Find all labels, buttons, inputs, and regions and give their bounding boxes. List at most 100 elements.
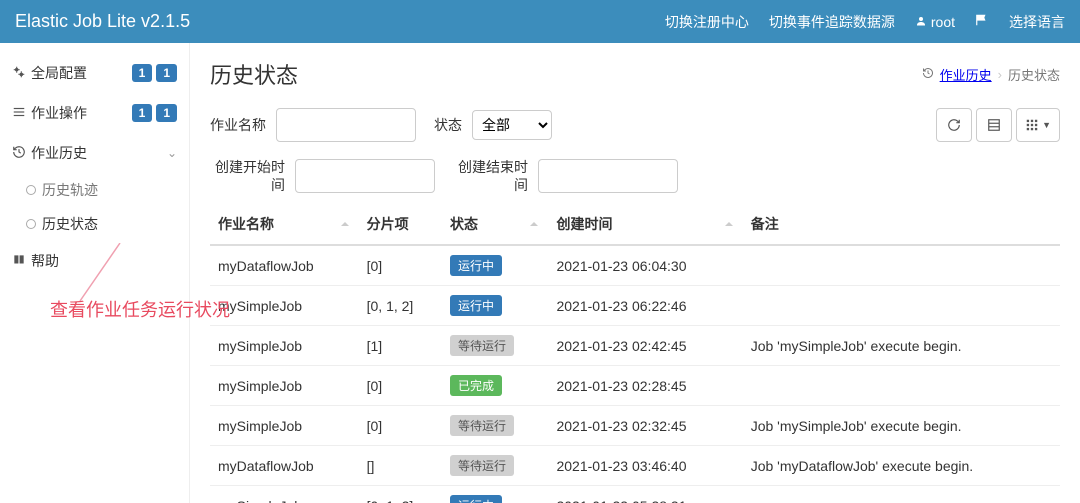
- navbar: Elastic Job Lite v2.1.5 切换注册中心 切换事件追踪数据源…: [0, 0, 1080, 43]
- cell-remark: [743, 486, 1060, 503]
- nav-switch-trace[interactable]: 切换事件追踪数据源: [769, 12, 895, 32]
- sidebar-item-label: 作业历史: [31, 143, 87, 163]
- cell-sharding: [0]: [359, 245, 442, 286]
- status-badge: 等待运行: [450, 335, 514, 356]
- list-view-icon: [987, 118, 1001, 132]
- sidebar-item-label: 历史状态: [42, 214, 98, 234]
- sidebar-item-label: 历史轨迹: [42, 180, 98, 200]
- cell-status: 等待运行: [442, 406, 548, 446]
- chevron-down-icon: ⌄: [167, 146, 177, 160]
- col-createtime[interactable]: 创建时间: [548, 204, 742, 245]
- refresh-icon: [947, 118, 961, 132]
- breadcrumb: 作业历史 › 历史状态: [922, 65, 1060, 84]
- breadcrumb-sep: ›: [998, 67, 1002, 82]
- toggle-view-button[interactable]: [976, 108, 1012, 142]
- cell-createtime: 2021-01-23 02:28:45: [548, 366, 742, 406]
- cell-status: 等待运行: [442, 446, 548, 486]
- nav-language[interactable]: 选择语言: [1009, 12, 1065, 32]
- nav-switch-registry[interactable]: 切换注册中心: [665, 12, 749, 32]
- table-row: myDataflowJob[0] 运行中 2021-01-23 06:04:30: [210, 245, 1060, 286]
- cell-jobname: mySimpleJob: [210, 366, 359, 406]
- nav-user-label: root: [931, 14, 955, 30]
- cell-sharding: [0]: [359, 366, 442, 406]
- caret-down-icon: ▼: [1042, 120, 1051, 130]
- status-badge: 运行中: [450, 255, 502, 276]
- cell-sharding: []: [359, 446, 442, 486]
- status-badge: 等待运行: [450, 455, 514, 476]
- history-status-table: 作业名称 分片项 状态 创建时间 备注 myDataflowJob[0]运行中2…: [210, 204, 1060, 503]
- cell-createtime: 2021-01-23 05:38:31: [548, 486, 742, 503]
- circle-icon: [26, 185, 36, 195]
- cell-remark: Job 'mySimpleJob' execute begin.: [743, 406, 1060, 446]
- cell-createtime: 2021-01-23 02:32:45: [548, 406, 742, 446]
- cell-sharding: [0, 1, 2]: [359, 486, 442, 503]
- table-row: mySimpleJob[0] 等待运行 2021-01-23 02:32:45Job…: [210, 406, 1060, 446]
- sidebar: 全局配置 1 1 作业操作 1 1 作业历史 ⌄: [0, 43, 190, 503]
- cell-sharding: [1]: [359, 326, 442, 366]
- status-select[interactable]: 全部: [472, 110, 552, 140]
- cell-status: 运行中: [442, 245, 548, 286]
- status-badge: 已完成: [450, 375, 502, 396]
- list-icon: [12, 105, 26, 122]
- nav-flag[interactable]: [975, 13, 989, 30]
- col-remark[interactable]: 备注: [743, 204, 1060, 245]
- sidebar-item-label: 全局配置: [31, 63, 87, 83]
- sidebar-item-job-history[interactable]: 作业历史 ⌄: [0, 133, 189, 173]
- breadcrumb-current: 历史状态: [1008, 65, 1060, 84]
- col-status[interactable]: 状态: [442, 204, 548, 245]
- refresh-button[interactable]: [936, 108, 972, 142]
- cell-status: 已完成: [442, 366, 548, 406]
- filter-label-jobname: 作业名称: [210, 115, 266, 135]
- cell-createtime: 2021-01-23 03:46:40: [548, 446, 742, 486]
- badge: 1: [132, 104, 153, 122]
- table-row: mySimpleJob[1] 等待运行 2021-01-23 02:42:45Job…: [210, 326, 1060, 366]
- cell-jobname: mySimpleJob: [210, 326, 359, 366]
- nav-user[interactable]: root: [915, 14, 955, 30]
- cell-jobname: myDataflowJob: [210, 245, 359, 286]
- cell-sharding: [0]: [359, 406, 442, 446]
- badge: 1: [132, 64, 153, 82]
- sidebar-item-history-trace[interactable]: 历史轨迹: [14, 173, 189, 207]
- job-name-input[interactable]: [276, 108, 416, 142]
- col-sharding[interactable]: 分片项: [359, 204, 442, 245]
- cell-remark: [743, 366, 1060, 406]
- cell-jobname: mySimpleJob: [210, 486, 359, 503]
- table-row: mySimpleJob[0, 1, 2] 运行中 2021-01-23 05:38:…: [210, 486, 1060, 503]
- breadcrumb-link-history[interactable]: 作业历史: [940, 65, 992, 84]
- annotation-text: 查看作业任务运行状况: [50, 296, 230, 322]
- start-time-input[interactable]: [295, 159, 435, 193]
- flag-icon: [975, 13, 989, 27]
- sidebar-item-help[interactable]: 帮助: [0, 241, 189, 281]
- col-jobname[interactable]: 作业名称: [210, 204, 359, 245]
- circle-icon: [26, 219, 36, 229]
- badge: 1: [156, 104, 177, 122]
- cell-remark: Job 'myDataflowJob' execute begin.: [743, 446, 1060, 486]
- history-icon: [922, 67, 934, 82]
- sidebar-item-label: 作业操作: [31, 103, 87, 123]
- status-badge: 运行中: [450, 495, 502, 503]
- filter-label-endtime: 创建结束时间: [453, 158, 528, 194]
- filter-label-starttime: 创建开始时间: [210, 158, 285, 194]
- cell-remark: [743, 245, 1060, 286]
- status-badge: 等待运行: [450, 415, 514, 436]
- cell-jobname: mySimpleJob: [210, 286, 359, 326]
- cell-createtime: 2021-01-23 06:04:30: [548, 245, 742, 286]
- cell-remark: Job 'mySimpleJob' execute begin.: [743, 326, 1060, 366]
- sidebar-item-global-config[interactable]: 全局配置 1 1: [0, 53, 189, 93]
- history-icon: [12, 145, 26, 162]
- columns-button[interactable]: ▼: [1016, 108, 1060, 142]
- cell-jobname: mySimpleJob: [210, 406, 359, 446]
- cell-jobname: myDataflowJob: [210, 446, 359, 486]
- grid-icon: [1025, 118, 1039, 132]
- cell-sharding: [0, 1, 2]: [359, 286, 442, 326]
- badge: 1: [156, 64, 177, 82]
- page-title: 历史状态: [210, 58, 298, 90]
- user-icon: [915, 14, 927, 30]
- cell-createtime: 2021-01-23 02:42:45: [548, 326, 742, 366]
- table-row: myDataflowJob[] 等待运行 2021-01-23 03:46:40Jo…: [210, 446, 1060, 486]
- cell-status: 运行中: [442, 286, 548, 326]
- end-time-input[interactable]: [538, 159, 678, 193]
- sidebar-item-job-ops[interactable]: 作业操作 1 1: [0, 93, 189, 133]
- cell-status: 等待运行: [442, 326, 548, 366]
- sidebar-item-history-status[interactable]: 历史状态: [14, 207, 189, 241]
